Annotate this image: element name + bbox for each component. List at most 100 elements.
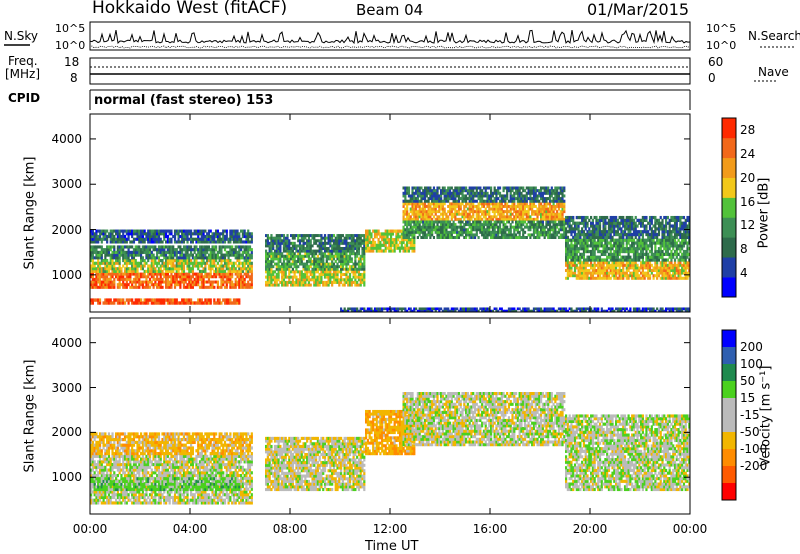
heatmap-cell-power-band-0	[216, 283, 219, 287]
heatmap-cell-power-band-12	[588, 269, 591, 273]
heatmap-cell-power-band-1	[141, 267, 144, 271]
heatmap-cell-power-band-6	[363, 262, 366, 266]
heatmap-cell-power-band-12	[638, 274, 641, 278]
heatmap-cell-power-band-11	[556, 189, 559, 193]
heatmap-cell-power-band-7	[295, 247, 298, 250]
heatmap-cell-power-band-10	[413, 236, 416, 239]
heatmap-cell-power-band-2	[175, 248, 178, 252]
heatmap-cell-power-band-8	[413, 240, 416, 245]
heatmap-cell-power-band-3	[190, 234, 193, 239]
heatmap-cell-power-band-6	[334, 259, 337, 263]
heatmap-cell-power-band-11	[561, 197, 564, 201]
heatmap-cell-power-band-12	[648, 274, 652, 278]
heatmap-cell-power-band-10	[522, 228, 525, 232]
heatmap-cell-power-band-11	[475, 199, 478, 203]
heatmap-cell-power-band-10	[461, 220, 464, 224]
heatmap-cell-power-band-1	[161, 258, 164, 263]
heatmap-cell-power-band-3	[186, 240, 189, 244]
heatmap-cell-power-band-12	[627, 269, 630, 273]
heatmap-cell-power-band-5	[329, 278, 332, 282]
heatmap-cell-power-band-13	[582, 255, 586, 259]
heatmap-cell-power-band-10	[516, 228, 519, 232]
heatmap-cell-power-band-3	[173, 237, 177, 241]
heatmap-cell-power-band-0	[98, 277, 102, 281]
heatmap-cell-power-band-8	[372, 238, 375, 242]
heatmap-cell-power-band-11	[550, 186, 553, 190]
heatmap-cell-power-band-1	[136, 267, 139, 271]
heatmap-cell-power-band-0	[156, 275, 159, 279]
heatmap-cell-power-band-1	[241, 269, 244, 273]
heatmap-cell-power-band-1	[188, 264, 191, 268]
heatmap-cell-power-band-2	[215, 248, 218, 252]
heatmap-cell-power-band-10	[502, 220, 505, 224]
heatmap-cell-power-band-2	[113, 245, 116, 249]
heatmap-cell-power-band-1	[113, 264, 116, 268]
heatmap-cell-power-band-10	[470, 230, 473, 234]
heatmap-cell-power-band-4	[140, 298, 143, 302]
heatmap-cell-power-band-0	[234, 285, 237, 289]
heatmap-cell-power-band-10	[495, 223, 498, 227]
heatmap-cell-power-band-1	[182, 264, 186, 268]
heatmap-cell-power-band-9	[443, 202, 446, 206]
heatmap-cell-power-band-10	[468, 220, 471, 224]
heatmap-cell-power-band-3	[236, 229, 239, 233]
heatmap-cell-power-band-9	[441, 215, 444, 219]
heatmap-cell-power-band-9	[459, 207, 462, 211]
heatmap-cell-power-band-0	[166, 272, 169, 276]
heatmap-cell-power-band-3	[238, 234, 241, 239]
heatmap-cell-power-band-6	[291, 267, 294, 271]
heatmap-cell-power-band-5	[277, 275, 280, 279]
heatmap-cell-power-band-10	[409, 223, 412, 227]
heatmap-cell-power-band-12	[643, 276, 646, 280]
heatmap-cell-power-band-5	[363, 275, 366, 279]
heatmap-cell-power-band-5	[295, 275, 298, 279]
heatmap-cell-power-band-9	[563, 204, 566, 208]
heatmap-cell-power-band-1	[250, 261, 253, 265]
heatmap-cell-power-band-6	[323, 252, 327, 256]
heatmap-cell-power-band-1	[234, 267, 237, 271]
heatmap-cell-power-band-7	[309, 239, 312, 243]
heatmap-cell-power-band-9	[523, 207, 527, 211]
heatmap-cell-power-band-6	[281, 252, 284, 256]
heatmap-cell-power-band-3	[225, 229, 228, 233]
heatmap-cell-power-band-4	[163, 301, 166, 305]
heatmap-cell-power-band-13	[577, 249, 580, 254]
heatmap-cell-power-band-9	[429, 215, 432, 219]
heatmap-cell-power-band-1	[154, 267, 157, 271]
heatmap-cell-power-band-4	[238, 301, 241, 305]
heatmap-cell-power-band-13	[627, 241, 630, 245]
heatmap-cell-power-band-10	[556, 225, 559, 229]
heatmap-cell-power-band-0	[197, 283, 200, 287]
heatmap-cell-power-band-10	[507, 220, 511, 224]
heatmap-cell-power-band-11	[536, 197, 539, 201]
heatmap-cell-power-band-2	[165, 253, 168, 257]
heatmap-cell-power-band-0	[200, 272, 203, 276]
heatmap-cell-power-band-12	[647, 271, 650, 275]
heatmap-cell-power-band-10	[475, 230, 478, 234]
heatmap-cell-power-band-11	[427, 199, 430, 203]
heatmap-cell-power-band-5	[275, 280, 278, 284]
heatmap-cell-power-band-9	[434, 212, 437, 216]
heatmap-cell-power-band-2	[188, 256, 191, 260]
heatmap-cell-power-band-5	[338, 283, 341, 287]
heatmap-cell-power-band-3	[97, 240, 100, 244]
heatmap-cell-power-band-11	[563, 186, 566, 190]
heatmap-cell-power-band-2	[179, 245, 182, 249]
heatmap-cell-power-band-6	[266, 257, 269, 261]
heatmap-cell-power-band-9	[493, 212, 496, 216]
heatmap-cell-power-band-8	[407, 249, 411, 253]
heatmap-cell-power-band-9	[409, 215, 412, 219]
heatmap-cell-power-band-6	[279, 257, 282, 261]
heatmap-cell-power-band-12	[679, 261, 682, 265]
heatmap-cell-power-band-10	[473, 236, 477, 239]
heatmap-cell-power-band-10	[509, 223, 512, 227]
heatmap-cell-power-band-2	[181, 250, 184, 254]
heatmap-cell-power-band-10	[509, 228, 512, 232]
heatmap-cell-power-band-9	[402, 215, 405, 219]
heatmap-cell-power-band-10	[548, 230, 552, 234]
heatmap-cell-power-band-13	[593, 238, 596, 242]
heatmap-cell-power-band-1	[91, 258, 94, 263]
heatmap-cell-power-band-0	[152, 275, 155, 279]
heatmap-cell-power-band-8	[413, 243, 416, 247]
heatmap-cell-power-band-0	[147, 283, 150, 287]
